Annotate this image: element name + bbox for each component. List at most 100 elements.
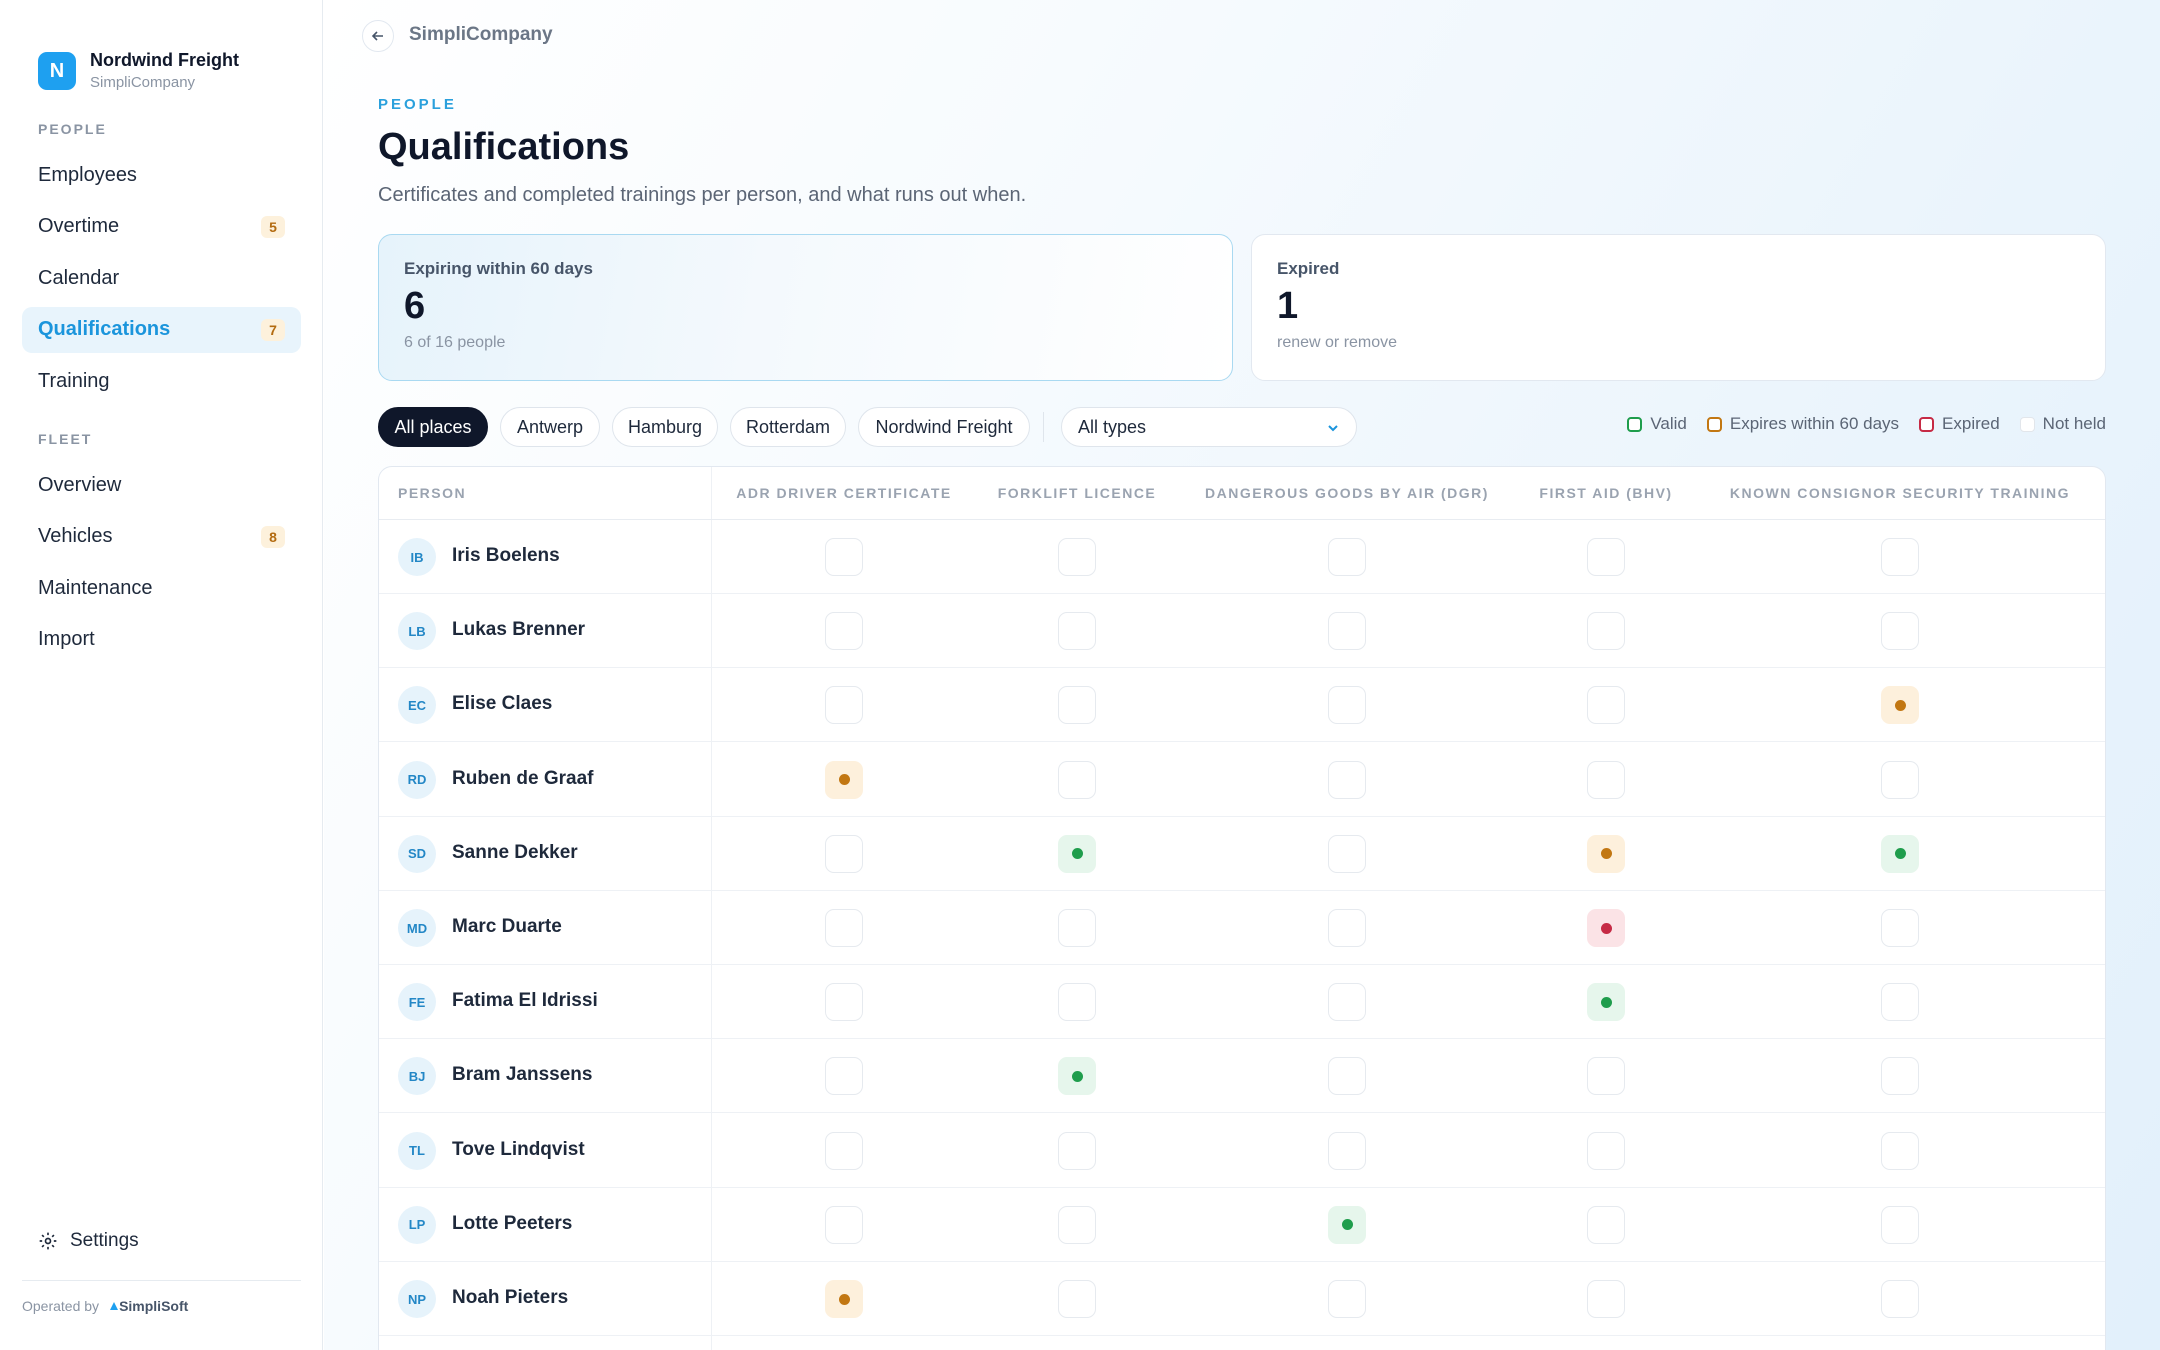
qualification-cell-none[interactable] <box>1881 1057 1919 1096</box>
qualification-cell-none[interactable] <box>1881 1280 1919 1318</box>
qualification-cell-none[interactable] <box>1328 834 1366 873</box>
qualification-cell-none[interactable] <box>1881 983 1919 1022</box>
type-select[interactable]: All types <box>1061 407 1357 447</box>
sidebar-item-qualifications[interactable]: Qualifications 7 <box>22 306 301 353</box>
qualification-cell-none[interactable] <box>1058 983 1096 1022</box>
qualification-cell-none[interactable] <box>1328 686 1366 725</box>
sidebar-item-maintenance[interactable]: Maintenance <box>22 565 301 611</box>
qualification-cell-none[interactable] <box>1587 1280 1625 1318</box>
table-row[interactable]: NP Noah Pieters <box>379 1262 2105 1336</box>
qualification-cell-none[interactable] <box>1058 612 1096 651</box>
person-name[interactable]: Lotte Peeters <box>452 1213 572 1235</box>
table-row[interactable]: BJ Bram Janssens <box>379 1039 2105 1114</box>
person-name[interactable]: Tove Lindqvist <box>452 1139 585 1161</box>
table-row[interactable]: TL Tove Lindqvist <box>379 1114 2105 1188</box>
column-header-first-aid-bhv[interactable]: FIRST AID (BHV) <box>1506 467 1706 519</box>
qualification-cell-none[interactable] <box>1587 760 1625 799</box>
sidebar-item-import[interactable]: Import <box>22 617 301 663</box>
qualification-cell-none[interactable] <box>825 983 863 1022</box>
qualification-cell-none[interactable] <box>1881 760 1919 799</box>
qualification-cell-none[interactable] <box>1587 686 1625 725</box>
filter-chip-rotterdam[interactable]: Rotterdam <box>730 407 846 447</box>
filter-chip-all-places[interactable]: All places <box>378 407 488 447</box>
table-row[interactable]: IB Iris Boelens <box>379 520 2105 594</box>
operated-brand-logo[interactable]: SimpliSoft <box>109 1298 188 1314</box>
brand[interactable]: N Nordwind Freight SimpliCompany <box>38 49 239 93</box>
table-row[interactable] <box>379 1336 2105 1350</box>
filter-chip-hamburg[interactable]: Hamburg <box>612 407 718 447</box>
table-row[interactable]: FE Fatima El Idrissi <box>379 965 2105 1040</box>
qualification-cell-none[interactable] <box>1058 1205 1096 1244</box>
column-header-dangerous-goods-by-air-dgr[interactable]: DANGEROUS GOODS BY AIR (DGR) <box>1197 467 1497 519</box>
qualification-cell-valid[interactable] <box>1328 1205 1366 1244</box>
qualification-cell-none[interactable] <box>1328 1131 1366 1170</box>
qualification-cell-none[interactable] <box>1881 1131 1919 1170</box>
qualification-cell-none[interactable] <box>825 1131 863 1170</box>
qualification-cell-none[interactable] <box>1328 538 1366 576</box>
table-row[interactable]: SD Sanne Dekker <box>379 817 2105 891</box>
person-name[interactable]: Sanne Dekker <box>452 842 578 864</box>
qualification-cell-none[interactable] <box>825 538 863 576</box>
qualification-cell-none[interactable] <box>1881 909 1919 947</box>
qualification-cell-none[interactable] <box>1587 1057 1625 1096</box>
qualification-cell-none[interactable] <box>1328 983 1366 1022</box>
qualification-cell-expiring[interactable] <box>825 1280 863 1318</box>
qualification-cell-none[interactable] <box>1328 760 1366 799</box>
qualification-cell-none[interactable] <box>1058 909 1096 947</box>
qualification-cell-expiring[interactable] <box>1587 834 1625 873</box>
stat-card-expiring[interactable]: Expiring within 60 days 6 6 of 16 people <box>378 234 1233 381</box>
qualification-cell-none[interactable] <box>825 1205 863 1244</box>
qualification-cell-none[interactable] <box>825 834 863 873</box>
settings-button[interactable]: Settings <box>38 1230 139 1252</box>
stat-card-expired[interactable]: Expired 1 renew or remove <box>1251 234 2106 381</box>
sidebar-item-training[interactable]: Training <box>22 358 301 404</box>
breadcrumb[interactable]: SimpliCompany <box>409 24 553 46</box>
qualification-cell-none[interactable] <box>1058 686 1096 725</box>
qualification-cell-none[interactable] <box>825 909 863 947</box>
person-name[interactable]: Iris Boelens <box>452 545 560 567</box>
qualification-cell-valid[interactable] <box>1881 834 1919 873</box>
filter-chip-antwerp[interactable]: Antwerp <box>500 407 600 447</box>
table-row[interactable]: LB Lukas Brenner <box>379 594 2105 669</box>
sidebar-item-vehicles[interactable]: Vehicles 8 <box>22 514 301 560</box>
person-name[interactable]: Marc Duarte <box>452 916 562 938</box>
sidebar-item-overview[interactable]: Overview <box>22 462 301 508</box>
qualification-cell-none[interactable] <box>1058 1280 1096 1318</box>
qualification-cell-none[interactable] <box>1587 538 1625 576</box>
qualification-cell-valid[interactable] <box>1587 983 1625 1022</box>
qualification-cell-expiring[interactable] <box>825 760 863 799</box>
qualification-cell-none[interactable] <box>1328 1280 1366 1318</box>
qualification-cell-none[interactable] <box>1587 612 1625 651</box>
qualification-cell-none[interactable] <box>1328 909 1366 947</box>
qualification-cell-valid[interactable] <box>1058 834 1096 873</box>
qualification-cell-none[interactable] <box>1881 538 1919 576</box>
sidebar-item-employees[interactable]: Employees <box>22 152 301 198</box>
qualification-cell-none[interactable] <box>1587 1131 1625 1170</box>
qualification-cell-none[interactable] <box>825 612 863 651</box>
person-name[interactable]: Ruben de Graaf <box>452 768 593 790</box>
table-row[interactable]: MD Marc Duarte <box>379 891 2105 965</box>
qualification-cell-none[interactable] <box>825 1057 863 1096</box>
person-name[interactable]: Noah Pieters <box>452 1287 568 1309</box>
qualification-cell-none[interactable] <box>1881 612 1919 651</box>
qualification-cell-none[interactable] <box>1328 1057 1366 1096</box>
qualification-cell-valid[interactable] <box>1058 1057 1096 1096</box>
qualification-cell-none[interactable] <box>1058 1131 1096 1170</box>
table-row[interactable]: LP Lotte Peeters <box>379 1188 2105 1262</box>
column-header-forklift-licence[interactable]: FORKLIFT LICENCE <box>977 467 1177 519</box>
sidebar-item-calendar[interactable]: Calendar <box>22 255 301 301</box>
table-row[interactable]: EC Elise Claes <box>379 668 2105 743</box>
column-header-adr-driver-certificate[interactable]: ADR DRIVER CERTIFICATE <box>714 467 974 519</box>
qualification-cell-expiring[interactable] <box>1881 686 1919 725</box>
qualification-cell-none[interactable] <box>1328 612 1366 651</box>
qualification-cell-expired[interactable] <box>1587 909 1625 947</box>
table-row[interactable]: RD Ruben de Graaf <box>379 743 2105 817</box>
qualification-cell-none[interactable] <box>1058 538 1096 576</box>
person-name[interactable]: Lukas Brenner <box>452 619 585 641</box>
sidebar-item-overtime[interactable]: Overtime 5 <box>22 204 301 250</box>
qualification-cell-none[interactable] <box>1881 1205 1919 1244</box>
filter-chip-nordwind-freight[interactable]: Nordwind Freight <box>858 407 1030 447</box>
qualification-cell-none[interactable] <box>825 686 863 725</box>
qualification-cell-none[interactable] <box>1058 760 1096 799</box>
qualification-cell-none[interactable] <box>1587 1205 1625 1244</box>
